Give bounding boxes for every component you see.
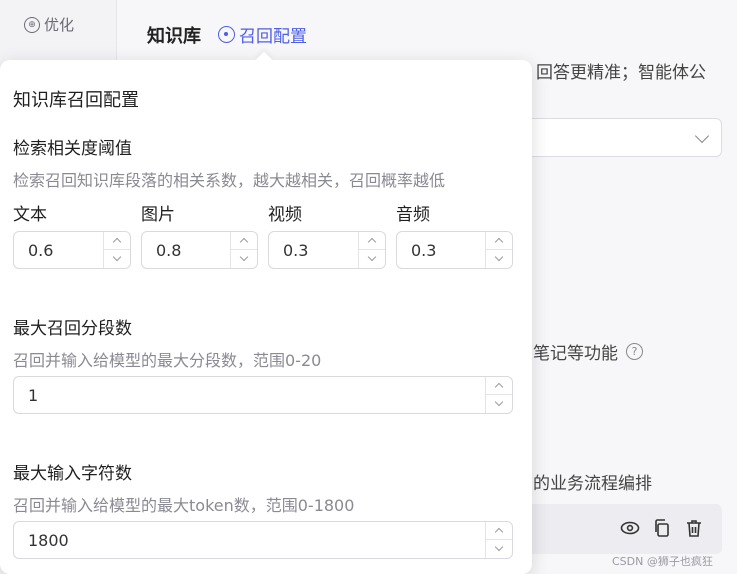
popover-title: 知识库召回配置 xyxy=(13,90,139,111)
increment-icon[interactable] xyxy=(359,232,385,250)
recall-config-label: 召回配置 xyxy=(239,27,307,47)
max-chars-value: 1800 xyxy=(28,531,69,550)
help-icon[interactable]: ? xyxy=(626,343,643,360)
image-threshold-input[interactable]: 0.8 xyxy=(141,231,258,269)
decrement-icon[interactable] xyxy=(359,250,385,268)
max-segments-stepper[interactable] xyxy=(485,377,512,413)
increment-icon[interactable] xyxy=(486,377,512,395)
text-threshold-stepper[interactable] xyxy=(103,232,130,268)
target-icon xyxy=(218,26,235,43)
chevron-down-icon xyxy=(694,128,710,144)
image-threshold-value: 0.8 xyxy=(156,241,182,260)
audio-threshold-value: 0.3 xyxy=(411,241,437,260)
max-chars-description: 召回并输入给模型的最大token数，范围0-1800 xyxy=(13,496,355,515)
text-threshold-value: 0.6 xyxy=(28,241,54,260)
knowledge-base-title: 知识库 xyxy=(147,26,201,47)
video-threshold-value: 0.3 xyxy=(283,241,309,260)
max-segments-title: 最大召回分段数 xyxy=(13,319,132,339)
rail-item-label: 优化 xyxy=(44,16,75,34)
recall-config-link[interactable]: 召回配置 xyxy=(218,22,307,47)
video-threshold-label: 视频 xyxy=(268,205,302,225)
max-chars-input[interactable]: 1800 xyxy=(13,521,513,559)
text-threshold-input[interactable]: 0.6 xyxy=(13,231,131,269)
max-segments-input[interactable]: 1 xyxy=(13,376,513,414)
decrement-icon[interactable] xyxy=(486,250,512,268)
decrement-icon[interactable] xyxy=(104,250,130,268)
delete-icon[interactable] xyxy=(684,518,704,538)
text-threshold-label: 文本 xyxy=(13,205,47,225)
max-segments-description: 召回并输入给模型的最大分段数，范围0-20 xyxy=(13,351,322,370)
audio-threshold-label: 音频 xyxy=(396,205,430,225)
increment-icon[interactable] xyxy=(104,232,130,250)
optimize-icon: ⊕ xyxy=(24,16,40,33)
relevance-threshold-description: 检索召回知识库段落的相关系数，越大越相关，召回概率越低 xyxy=(13,171,446,190)
video-threshold-input[interactable]: 0.3 xyxy=(268,231,386,269)
decrement-icon[interactable] xyxy=(486,540,512,558)
audio-threshold-stepper[interactable] xyxy=(485,232,512,268)
eye-icon[interactable] xyxy=(620,518,640,538)
watermark: CSDN @狮子也疯狂 xyxy=(612,555,713,568)
increment-icon[interactable] xyxy=(486,522,512,540)
background-select[interactable] xyxy=(520,118,722,157)
increment-icon[interactable] xyxy=(486,232,512,250)
copy-icon[interactable] xyxy=(652,518,672,538)
recall-config-popover: 知识库召回配置 检索相关度阈值 检索召回知识库段落的相关系数，越大越相关，召回概… xyxy=(0,51,532,574)
audio-threshold-input[interactable]: 0.3 xyxy=(396,231,513,269)
max-chars-stepper[interactable] xyxy=(485,522,512,558)
image-threshold-label: 图片 xyxy=(141,205,175,225)
decrement-icon[interactable] xyxy=(486,395,512,413)
video-threshold-stepper[interactable] xyxy=(358,232,385,268)
max-segments-value: 1 xyxy=(28,386,39,405)
relevance-threshold-title: 检索相关度阈值 xyxy=(13,139,132,159)
rail-item-optimize[interactable]: ⊕ 优化 xyxy=(24,14,74,35)
knowledge-description: 回答更精准；智能体公 xyxy=(536,63,706,83)
flow-text: 的业务流程编排 xyxy=(533,474,652,494)
feature-text: 笔记等功能 xyxy=(533,344,618,364)
image-threshold-stepper[interactable] xyxy=(230,232,257,268)
workflow-card[interactable] xyxy=(520,504,722,554)
max-chars-title: 最大输入字符数 xyxy=(13,464,132,484)
feature-row: 笔记等功能 ? xyxy=(533,339,643,364)
decrement-icon[interactable] xyxy=(231,250,257,268)
increment-icon[interactable] xyxy=(231,232,257,250)
